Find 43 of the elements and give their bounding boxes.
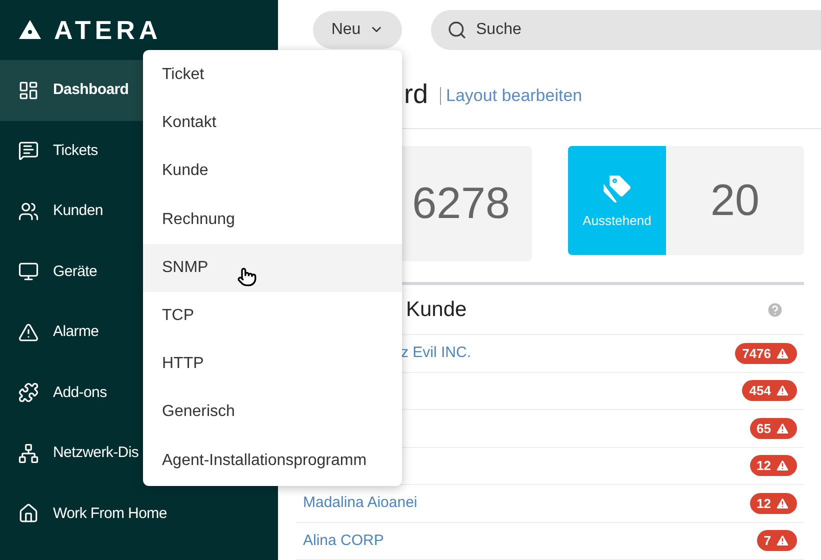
network-icon bbox=[18, 442, 39, 464]
chat-icon bbox=[18, 140, 39, 162]
menu-item[interactable]: Kunde bbox=[143, 147, 402, 196]
hand-cursor-icon bbox=[237, 267, 257, 287]
alert-count-badge: 12 bbox=[750, 455, 797, 476]
menu-item[interactable]: Rechnung bbox=[143, 196, 402, 244]
search-field[interactable]: Suche bbox=[431, 10, 821, 50]
warning-icon bbox=[775, 420, 790, 436]
warning-icon bbox=[775, 496, 790, 511]
page-title: rd bbox=[404, 78, 428, 111]
logo-text: ATERA bbox=[54, 17, 162, 43]
edit-layout-link[interactable]: Layout bearbeiten bbox=[440, 86, 582, 105]
alert-count-badge: 7 bbox=[756, 530, 797, 552]
menu-item[interactable]: SNMP bbox=[143, 244, 402, 292]
search-icon bbox=[447, 20, 467, 40]
customer-link[interactable]: Alina CORP bbox=[303, 530, 384, 552]
alert-count-badge: 65 bbox=[750, 418, 797, 439]
puzzle-icon bbox=[18, 382, 39, 404]
dashboard-icon bbox=[18, 80, 39, 101]
status-label: Ausstehend bbox=[582, 212, 652, 230]
warning-icon bbox=[775, 533, 790, 548]
warning-icon bbox=[18, 322, 39, 343]
menu-item[interactable]: Generisch bbox=[143, 388, 402, 436]
alert-count-badge: 7476 bbox=[735, 342, 797, 364]
house-icon bbox=[18, 503, 39, 524]
warning-icon bbox=[775, 383, 790, 398]
stat-value: 6278 bbox=[412, 178, 510, 230]
menu-item[interactable]: Agent-Installationsprogramm bbox=[143, 436, 402, 485]
warning-icon bbox=[775, 346, 790, 361]
menu-item[interactable]: TCP bbox=[143, 292, 402, 340]
new-button[interactable]: Neu bbox=[313, 10, 402, 49]
help-icon[interactable] bbox=[766, 300, 784, 318]
sidebar-item[interactable]: Work From Home bbox=[0, 484, 278, 544]
logo-icon bbox=[18, 19, 42, 41]
alert-count-badge: 12 bbox=[750, 492, 797, 514]
customer-link[interactable]: Madalina Aioanei bbox=[303, 492, 418, 514]
alert-count-badge: 454 bbox=[742, 380, 797, 402]
stat-value: 20 bbox=[710, 174, 760, 226]
monitor-icon bbox=[18, 261, 39, 282]
warning-icon bbox=[775, 458, 790, 474]
users-icon bbox=[18, 200, 39, 222]
widget-title: Kunde bbox=[406, 296, 467, 323]
menu-item[interactable]: HTTP bbox=[143, 340, 402, 388]
